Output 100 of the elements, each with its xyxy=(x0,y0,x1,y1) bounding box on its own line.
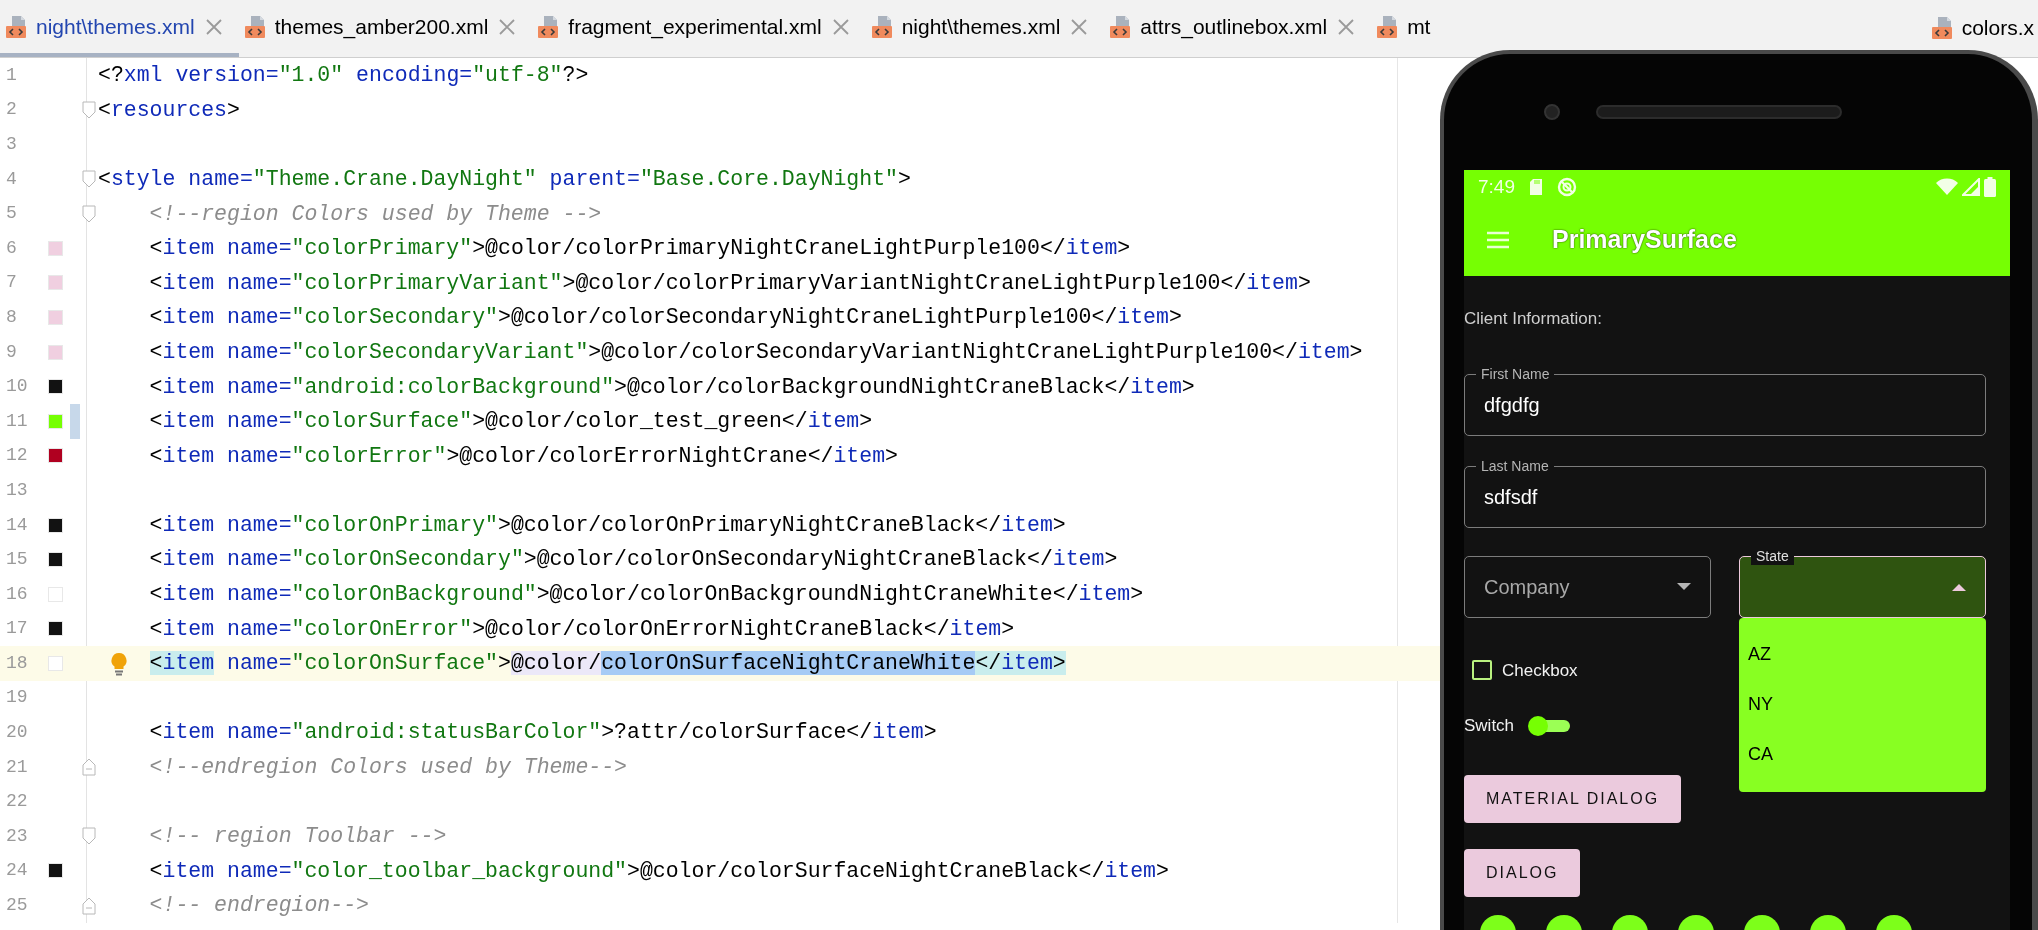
color-swatch[interactable] xyxy=(47,413,63,429)
line-number: 11 xyxy=(5,409,29,433)
code-line: <!-- endregion--> xyxy=(148,892,369,920)
xml-file-icon xyxy=(1377,14,1398,39)
fold-icon[interactable] xyxy=(82,896,96,915)
color-swatch[interactable] xyxy=(47,517,63,533)
file-tab[interactable]: themes_amber200.xml xyxy=(238,0,533,57)
caret-down-icon[interactable] xyxy=(1677,582,1691,591)
line-number: 1 xyxy=(5,63,18,87)
color-swatch[interactable] xyxy=(47,448,63,464)
line-number: 4 xyxy=(5,167,18,191)
code-line: <!--endregion Colors used by Theme--> xyxy=(148,754,627,782)
line-number: 15 xyxy=(5,548,29,572)
xml-file-icon xyxy=(538,14,559,39)
color-swatch[interactable] xyxy=(47,275,63,291)
checkbox[interactable] xyxy=(1472,660,1492,681)
color-swatch[interactable] xyxy=(47,344,63,360)
text-input[interactable]: sdfsdf xyxy=(1484,481,1966,512)
code-line: <item name="colorOnError">@color/colorOnErrorNightCraneBlack</item> xyxy=(148,615,1015,643)
close-icon[interactable] xyxy=(498,17,517,36)
text-input[interactable]: dfgdfg xyxy=(1484,389,1966,420)
line-number: 12 xyxy=(5,444,29,468)
code-line: <item name="colorOnSecondary">@color/colorOnSecondaryNightCraneBlack</item> xyxy=(148,546,1118,574)
color-swatch[interactable] xyxy=(47,552,63,568)
switch-label: Switch xyxy=(1464,715,1515,738)
line-number: 16 xyxy=(5,582,29,606)
color-swatch[interactable] xyxy=(47,863,63,879)
fold-icon[interactable] xyxy=(82,827,96,846)
sd-card-icon xyxy=(1529,178,1543,196)
code-line: <item name="colorOnBackground">@color/colorOnBackgroundNightCraneWhite</item> xyxy=(148,581,1144,609)
close-icon[interactable] xyxy=(1070,17,1089,36)
dropdown-option[interactable]: NY xyxy=(1739,679,1986,730)
line-number: 20 xyxy=(5,721,29,745)
xml-file-icon xyxy=(1110,14,1131,39)
color-swatch[interactable] xyxy=(47,240,63,256)
line-number: 22 xyxy=(5,790,29,814)
code-line: <!-- region Toolbar --> xyxy=(148,823,447,851)
code-line: <item name="colorOnSurface">@color/colorOnSurfaceNightCraneWhite</item> xyxy=(148,650,1066,678)
close-icon[interactable] xyxy=(1337,17,1356,36)
xml-file-icon xyxy=(871,14,892,39)
toolbar-title: PrimarySurface xyxy=(1552,224,1737,256)
battery-icon xyxy=(1984,177,1996,197)
dropdown-field[interactable]: Company xyxy=(1464,545,1711,618)
color-swatch[interactable] xyxy=(47,621,63,637)
lightbulb-icon[interactable] xyxy=(110,652,128,677)
camera-icon xyxy=(1544,104,1560,120)
file-tab[interactable]: fragment_experimental.xml xyxy=(532,0,866,57)
caret-up-icon[interactable] xyxy=(1952,582,1966,591)
line-number: 13 xyxy=(5,478,29,502)
text-field[interactable]: First Name dfgdfg xyxy=(1464,363,1986,436)
line-number: 21 xyxy=(5,755,29,779)
line-number: 14 xyxy=(5,513,29,537)
section-label: Client Information: xyxy=(1464,308,1603,330)
line-number: 3 xyxy=(5,133,18,156)
code-line: <item name="colorSecondary">@color/colorSecondaryNightCraneLightPurple100</item> xyxy=(148,304,1182,332)
code-line: <item name="colorSecondaryVariant">@color/colorSecondaryVariantNightCraneLightPurple100</item> xyxy=(148,338,1363,366)
code-line: <item name="android:statusBarColor">?attr/colorSurface</item> xyxy=(148,719,937,747)
file-tab[interactable]: colors.x xyxy=(1925,8,2038,48)
tab-label: night\themes.xml xyxy=(36,13,195,40)
file-tab[interactable]: night\themes.xml xyxy=(0,0,239,57)
dialog-button[interactable]: DIALOG xyxy=(1464,849,1581,897)
line-number: 8 xyxy=(5,305,18,329)
code-line: <resources> xyxy=(98,96,240,124)
code-line: <item name="colorPrimary">@color/colorPrimaryNightCraneLightPurple100</item> xyxy=(148,235,1131,263)
color-swatch[interactable] xyxy=(47,379,63,395)
close-icon[interactable] xyxy=(204,17,223,36)
close-icon[interactable] xyxy=(831,17,850,36)
line-number: 24 xyxy=(5,859,29,883)
code-line: <?xml version="1.0" encoding="utf-8"?> xyxy=(98,62,589,90)
code-line: <!--region Colors used by Theme --> xyxy=(148,200,602,228)
dropdown-field[interactable]: State xyxy=(1739,545,1986,618)
code-line: <item name="android:colorBackground">@color/colorBackgroundNightCraneBlack</item> xyxy=(148,373,1195,401)
code-line: <item name="colorPrimaryVariant">@color/colorPrimaryVariantNightCraneLightPurple100</item> xyxy=(148,269,1311,297)
select-input[interactable]: Company xyxy=(1484,571,1677,602)
fold-icon[interactable] xyxy=(82,170,96,189)
file-tab[interactable]: night\themes.xml xyxy=(865,0,1105,57)
line-number: 25 xyxy=(5,894,29,918)
file-tab[interactable]: attrs_outlinebox.xml xyxy=(1104,0,1372,57)
color-swatch[interactable] xyxy=(47,309,63,325)
data-saver-icon xyxy=(1557,177,1577,197)
file-tab[interactable]: mt xyxy=(1371,0,1447,57)
text-field[interactable]: Last Name sdfsdf xyxy=(1464,455,1986,528)
fold-icon[interactable] xyxy=(82,758,96,777)
code-line: <item name="colorError">@color/colorErrorNightCrane</item> xyxy=(148,442,898,470)
code-line: <item name="colorOnPrimary">@color/colorOnPrimaryNightCraneBlack</item> xyxy=(148,511,1066,539)
dropdown-option[interactable]: AZ xyxy=(1739,629,1986,680)
tab-label: fragment_experimental.xml xyxy=(568,13,822,41)
line-number: 19 xyxy=(5,686,29,710)
tab-label: attrs_outlinebox.xml xyxy=(1140,13,1328,41)
fold-icon[interactable] xyxy=(82,100,96,119)
signal-icon xyxy=(1962,178,1980,196)
line-number: 18 xyxy=(5,651,29,675)
checkbox-label: Checkbox xyxy=(1502,659,1578,682)
xml-file-icon xyxy=(1931,15,1952,40)
xml-file-icon xyxy=(244,14,265,39)
status-time: 7:49 xyxy=(1478,174,1515,199)
fold-icon[interactable] xyxy=(82,204,96,223)
line-number: 9 xyxy=(5,340,18,364)
dropdown-option[interactable]: CA xyxy=(1739,729,1986,780)
dialog-button[interactable]: MATERIAL DIALOG xyxy=(1464,775,1682,823)
